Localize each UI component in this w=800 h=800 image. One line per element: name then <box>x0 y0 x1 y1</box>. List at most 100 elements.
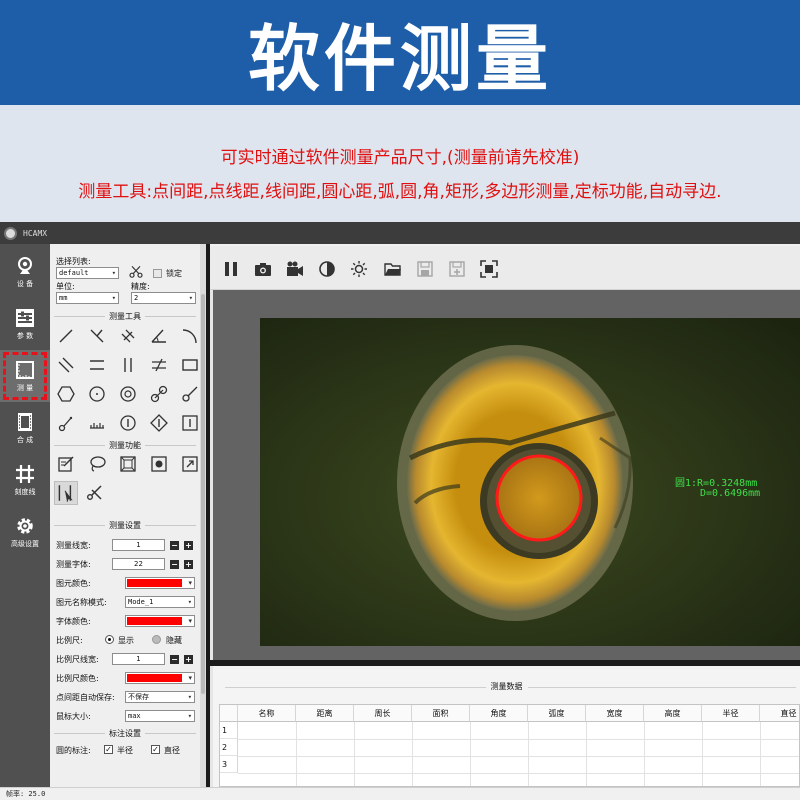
table-gridline <box>644 722 645 786</box>
column-header[interactable]: 距离 <box>296 705 354 722</box>
auto-edge-icon[interactable] <box>54 481 78 505</box>
measurement-data-table[interactable]: 名称 距离 周长 面积 角度 弧度 宽度 高度 半径 直径 1 2 3 <box>219 704 800 787</box>
column-header[interactable]: 半径 <box>702 705 760 722</box>
scale-width-input[interactable]: 1 <box>112 653 165 665</box>
save-icon[interactable] <box>416 260 434 278</box>
brightness-icon[interactable] <box>350 260 368 278</box>
circle-line-icon[interactable] <box>180 384 200 404</box>
row-header[interactable]: 3 <box>220 756 238 773</box>
scale-width-plus-button[interactable]: + <box>184 655 193 664</box>
tools-section-header: 测量工具 <box>50 311 200 322</box>
box-marker-icon[interactable] <box>180 413 200 433</box>
panel-scrollbar-thumb[interactable] <box>201 294 205 694</box>
font-size-input[interactable]: 22 <box>112 558 165 570</box>
two-lines-icon[interactable] <box>56 355 76 375</box>
parallel-distance-icon[interactable] <box>118 326 138 346</box>
circle-tool-icon[interactable] <box>87 384 107 404</box>
video-record-icon[interactable] <box>286 260 304 278</box>
contrast-icon[interactable] <box>318 260 336 278</box>
nav-item-device[interactable]: 设 备 <box>0 246 50 298</box>
webcam-icon <box>18 256 32 274</box>
row-header[interactable]: 2 <box>220 739 238 756</box>
fullscreen-icon[interactable] <box>480 260 498 278</box>
nav-item-gridline[interactable]: 刻度线 <box>0 454 50 506</box>
scale-bar-icon[interactable] <box>87 413 107 433</box>
table-gridline <box>296 722 297 786</box>
arc-tool-icon[interactable] <box>180 326 200 346</box>
scale-show-radio[interactable] <box>105 635 114 644</box>
angle-tool-icon[interactable] <box>149 326 169 346</box>
font-color-select[interactable] <box>125 615 195 627</box>
cursor-size-select[interactable]: max <box>125 710 195 722</box>
column-header[interactable]: 高度 <box>644 705 702 722</box>
column-header[interactable]: 周长 <box>354 705 412 722</box>
lock-label: 锁定 <box>166 269 182 278</box>
scale-width-minus-button[interactable]: − <box>170 655 179 664</box>
font-size-minus-button[interactable]: − <box>170 560 179 569</box>
number-marker-icon[interactable] <box>118 413 138 433</box>
scale-bar-label: 比例尺: <box>56 636 83 645</box>
gear-icon <box>17 517 33 534</box>
delete-measure-icon[interactable] <box>85 483 105 503</box>
autosave-select[interactable]: 不保存 <box>125 691 195 703</box>
export-icon[interactable] <box>180 454 200 474</box>
horizontal-lines-icon[interactable] <box>87 355 107 375</box>
polygon-tool-icon[interactable] <box>56 384 76 404</box>
nav-item-measure[interactable]: 测 量 <box>0 350 50 402</box>
line-tool-icon[interactable] <box>56 326 76 346</box>
pause-icon[interactable] <box>222 260 240 278</box>
data-section-title: 测量数据 <box>485 681 528 692</box>
lasso-icon[interactable] <box>87 454 107 474</box>
column-header[interactable]: 面积 <box>412 705 470 722</box>
line-width-minus-button[interactable]: − <box>170 541 179 550</box>
font-size-plus-button[interactable]: + <box>184 560 193 569</box>
font-color-swatch <box>127 617 182 625</box>
measure-settings-panel: 选择列表: default 锁定 单位: 精度: mm 2 测量工具 <box>50 244 200 787</box>
column-header[interactable]: 直径 <box>760 705 799 722</box>
column-header[interactable]: 名称 <box>238 705 296 722</box>
scissors-icon[interactable] <box>128 264 144 280</box>
capture-frame-icon[interactable] <box>149 454 169 474</box>
line-width-plus-button[interactable]: + <box>184 541 193 550</box>
column-header[interactable]: 宽度 <box>586 705 644 722</box>
offset-lines-icon[interactable] <box>149 355 169 375</box>
scale-color-select[interactable] <box>125 672 195 684</box>
point-circle-icon[interactable] <box>56 413 76 433</box>
folder-open-icon[interactable] <box>384 260 402 278</box>
line-width-input[interactable]: 1 <box>112 539 165 551</box>
list-select[interactable]: default <box>56 267 119 279</box>
unit-select[interactable]: mm <box>56 292 119 304</box>
camera-snapshot-icon[interactable] <box>254 260 272 278</box>
cursor-size-label: 鼠标大小: <box>56 712 91 721</box>
measurement-label-diameter: D=0.6496mm <box>700 488 761 499</box>
diameter-checkbox[interactable]: ✓ <box>151 745 160 754</box>
center-distance-icon[interactable] <box>149 384 169 404</box>
edit-note-icon[interactable] <box>56 454 76 474</box>
microscope-image[interactable]: 圆1:R=0.3248mm D=0.6496mm <box>260 318 800 646</box>
nav-item-params[interactable]: 参 数 <box>0 298 50 350</box>
vertical-lines-icon[interactable] <box>118 355 138 375</box>
point-line-distance-icon[interactable] <box>87 326 107 346</box>
nav-label-device: 设 备 <box>16 279 34 288</box>
calibrate-icon[interactable] <box>118 454 138 474</box>
precision-select[interactable]: 2 <box>131 292 196 304</box>
diamond-marker-icon[interactable] <box>149 413 169 433</box>
font-color-label: 字体颜色: <box>56 617 91 626</box>
scale-hide-radio[interactable] <box>152 635 161 644</box>
element-color-label: 图元颜色: <box>56 579 91 588</box>
concentric-circle-icon[interactable] <box>118 384 138 404</box>
rectangle-tool-icon[interactable] <box>180 355 200 375</box>
functions-section-title: 测量功能 <box>105 440 145 451</box>
column-header[interactable]: 角度 <box>470 705 528 722</box>
row-header[interactable]: 1 <box>220 722 238 739</box>
live-view-canvas[interactable]: 圆1:R=0.3248mm D=0.6496mm <box>213 290 800 660</box>
save-as-icon[interactable] <box>448 260 466 278</box>
radius-checkbox[interactable]: ✓ <box>104 745 113 754</box>
scale-width-label: 比例尺线宽: <box>56 655 99 664</box>
nav-item-advanced[interactable]: 高级设置 <box>0 506 50 558</box>
nav-item-compose[interactable]: 合 成 <box>0 402 50 454</box>
element-color-select[interactable] <box>125 577 195 589</box>
lock-checkbox[interactable] <box>153 269 162 278</box>
column-header[interactable]: 弧度 <box>528 705 586 722</box>
element-name-mode-select[interactable]: Mode_1 <box>125 596 195 608</box>
